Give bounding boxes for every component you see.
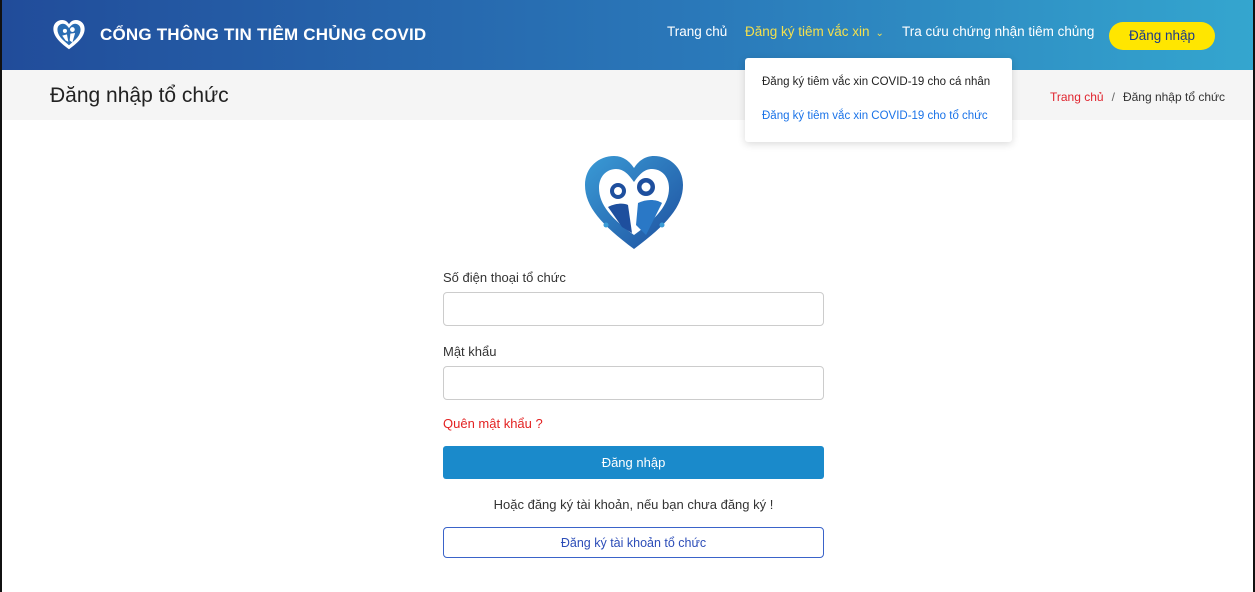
heart-family-logo-icon xyxy=(53,20,85,50)
nav-register-vaccine-label: Đăng ký tiêm vắc xin xyxy=(745,24,870,39)
login-submit-button[interactable]: Đăng nhập xyxy=(443,446,824,479)
heart-family-logo-icon xyxy=(585,156,683,249)
brand[interactable]: CỔNG THÔNG TIN TIÊM CHỦNG COVID xyxy=(52,18,426,52)
password-input[interactable] xyxy=(443,366,824,400)
page: CỔNG THÔNG TIN TIÊM CHỦNG COVID Trang ch… xyxy=(0,0,1255,592)
sub-header: Đăng nhập tổ chức Trang chủ / Đăng nhập tổ… xyxy=(2,70,1253,120)
breadcrumb-home-link[interactable]: Trang chủ xyxy=(1050,90,1104,104)
breadcrumb-current: Đăng nhập tổ chức xyxy=(1122,90,1226,104)
register-organization-button[interactable]: Đăng ký tài khoản tổ chức xyxy=(443,527,824,558)
breadcrumb-separator: / xyxy=(1111,90,1115,104)
header-login-button[interactable]: Đăng nhập xyxy=(1109,22,1215,50)
dropdown-item-organization[interactable]: Đăng ký tiêm vắc xin COVID-19 cho tổ chứ… xyxy=(762,110,988,122)
phone-input[interactable] xyxy=(443,292,824,326)
nav-lookup-certificate[interactable]: Tra cứu chứng nhận tiêm chủng xyxy=(902,24,1094,39)
chevron-down-icon: ⌄ xyxy=(875,28,884,39)
brand-title: CỔNG THÔNG TIN TIÊM CHỦNG COVID xyxy=(100,25,427,44)
register-hint: Hoặc đăng ký tài khoản, nếu bạn chưa đăn… xyxy=(493,497,774,512)
forgot-password-link[interactable]: Quên mật khẩu ? xyxy=(443,416,543,431)
breadcrumb: Trang chủ / Đăng nhập tổ chức xyxy=(1050,90,1225,104)
dropdown-item-individual[interactable]: Đăng ký tiêm vắc xin COVID-19 cho cá nhâ… xyxy=(762,76,990,88)
page-title: Đăng nhập tổ chức xyxy=(50,84,229,107)
password-label: Mật khẩu xyxy=(443,344,497,359)
top-header: CỔNG THÔNG TIN TIÊM CHỦNG COVID Trang ch… xyxy=(2,0,1253,70)
register-vaccine-dropdown: Đăng ký tiêm vắc xin COVID-19 cho cá nhâ… xyxy=(745,58,1012,142)
phone-label: Số điện thoại tổ chức xyxy=(443,270,566,285)
nav-home[interactable]: Trang chủ xyxy=(667,24,727,39)
nav-register-vaccine[interactable]: Đăng ký tiêm vắc xin ⌄ xyxy=(745,24,884,39)
